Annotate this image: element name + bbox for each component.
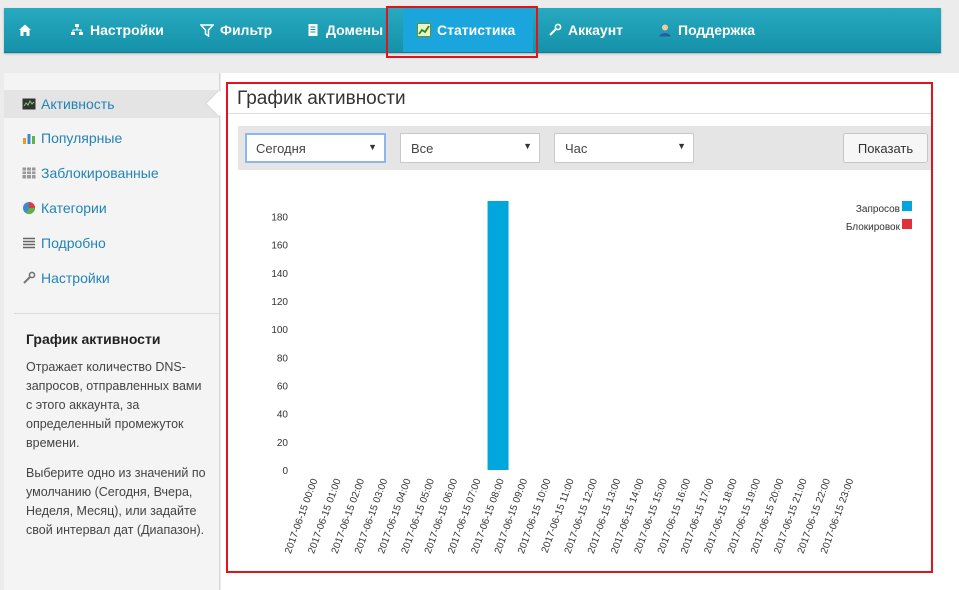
y-tick-label: 20	[277, 438, 289, 449]
list-icon	[22, 236, 36, 250]
nav-domains[interactable]: Домены	[306, 8, 383, 52]
sidebar-item-blocked[interactable]: Заблокированные	[4, 159, 219, 187]
y-tick-label: 80	[277, 353, 289, 364]
legend-label: Запросов	[856, 204, 900, 215]
legend-swatch	[902, 219, 912, 229]
chart-icon	[417, 23, 431, 37]
nav-support-label: Поддержка	[678, 22, 756, 38]
nav-domains-label: Домены	[326, 22, 384, 38]
sidebar-item-popular[interactable]: Популярные	[4, 124, 219, 152]
user-icon	[658, 23, 672, 37]
nav-filter[interactable]: Фильтр	[200, 8, 272, 52]
show-button[interactable]: Показать	[843, 133, 928, 163]
nav-settings[interactable]: Настройки	[70, 8, 164, 52]
nav-home[interactable]	[18, 8, 38, 52]
nav-account-label: Аккаунт	[568, 22, 624, 38]
sidebar-item-label: Заблокированные	[41, 165, 159, 181]
sidebar-item-label: Настройки	[41, 270, 110, 286]
pie-chart-icon	[22, 201, 36, 215]
help-title: График активности	[26, 331, 161, 347]
help-paragraph-1: Отражает количество DNS-запросов, отправ…	[26, 360, 202, 450]
granularity-select[interactable]: Час ▼	[554, 133, 694, 163]
bar-requests	[487, 201, 509, 470]
sidebar-item-categories[interactable]: Категории	[4, 194, 219, 222]
sidebar-item-label: Активность	[41, 96, 115, 112]
blocked-grid-icon	[22, 166, 36, 180]
y-tick-label: 180	[271, 212, 288, 223]
scope-select-value: Все	[411, 140, 434, 156]
nav-account[interactable]: Аккаунт	[548, 8, 623, 52]
period-select-value: Сегодня	[256, 140, 306, 156]
sidebar-divider	[14, 313, 219, 314]
sidebar-item-settings[interactable]: Настройки	[4, 264, 219, 292]
bar-chart-icon	[22, 131, 36, 145]
legend-label: Блокировок	[846, 222, 901, 233]
wrench-icon	[548, 23, 562, 37]
filter-icon	[200, 23, 214, 37]
sidebar: Активность Популярные Заблокированные Ка…	[4, 73, 220, 590]
help-paragraph-2: Выберите одно из значений по умолчанию (…	[26, 466, 206, 537]
title-divider	[228, 113, 931, 114]
nav-support[interactable]: Поддержка	[658, 8, 755, 52]
wrench-icon	[22, 271, 36, 285]
y-tick-label: 120	[271, 297, 288, 308]
nav-statistics-label: Статистика	[437, 22, 516, 38]
sidebar-item-activity[interactable]: Активность	[4, 90, 219, 118]
scope-select[interactable]: Все ▼	[400, 133, 540, 163]
sidebar-item-label: Категории	[41, 200, 107, 216]
activity-chart: 0204060801001201401601802017-06-15 00:00…	[271, 201, 912, 555]
nav-filter-label: Фильтр	[220, 22, 273, 38]
dropdown-arrow-icon: ▼	[368, 142, 377, 152]
y-tick-label: 100	[271, 325, 288, 336]
document-icon	[306, 23, 320, 37]
period-select[interactable]: Сегодня ▼	[245, 133, 386, 163]
page-title: График активности	[237, 88, 406, 109]
sidebar-item-label: Популярные	[41, 130, 123, 146]
sitemap-icon	[70, 23, 84, 37]
y-tick-label: 40	[277, 410, 289, 421]
dropdown-arrow-icon: ▼	[523, 141, 532, 151]
granularity-select-value: Час	[565, 140, 588, 156]
nav-settings-label: Настройки	[90, 22, 164, 38]
nav-statistics[interactable]: Статистика	[403, 8, 533, 52]
home-icon	[18, 23, 32, 37]
y-tick-label: 160	[271, 241, 288, 252]
top-navigation: Настройки Фильтр Домены Статистика Аккау…	[4, 8, 941, 53]
y-tick-label: 140	[271, 269, 288, 280]
sidebar-item-label: Подробно	[41, 235, 106, 251]
legend-swatch	[902, 201, 912, 211]
y-tick-label: 60	[277, 381, 289, 392]
sidebar-item-details[interactable]: Подробно	[4, 229, 219, 257]
dropdown-arrow-icon: ▼	[677, 141, 686, 151]
y-tick-label: 0	[282, 466, 288, 477]
activity-icon	[22, 97, 36, 111]
